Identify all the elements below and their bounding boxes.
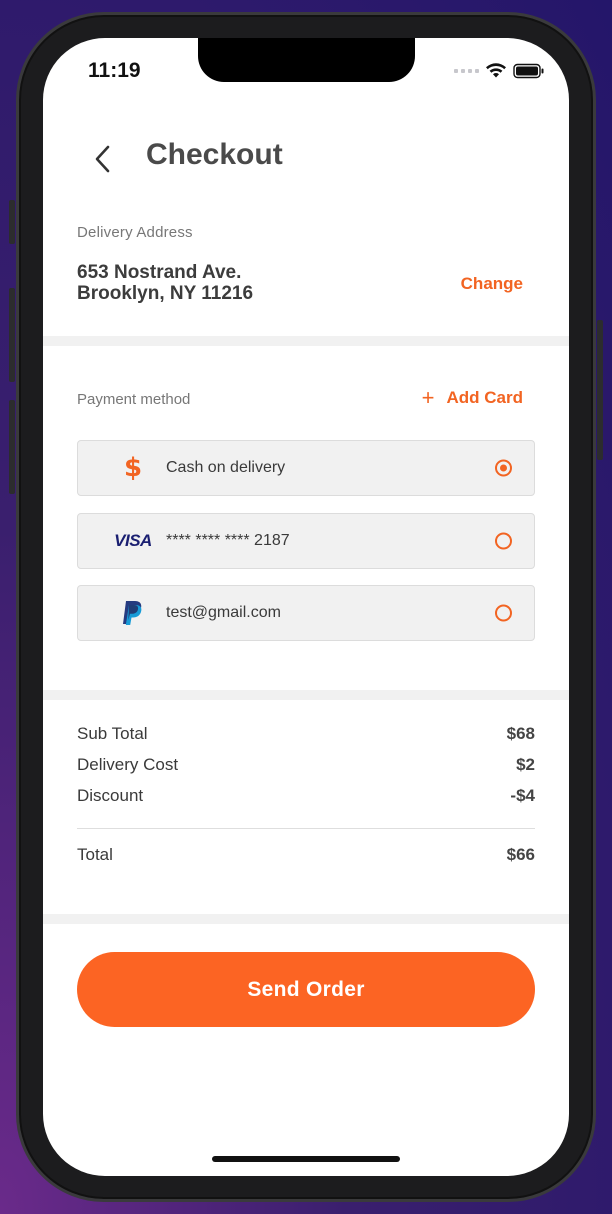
payment-method-label: Payment method: [77, 391, 191, 408]
summary-row-total: Total $66: [77, 845, 535, 869]
header: Checkout: [43, 134, 569, 184]
add-card-button[interactable]: + Add Card: [421, 385, 524, 410]
radio-unselected[interactable]: [495, 532, 512, 550]
summary-label: Discount: [77, 786, 144, 805]
address-line-2: Brooklyn, NY 11216: [77, 283, 254, 304]
summary-divider: [77, 828, 535, 829]
summary-label: Delivery Cost: [77, 755, 179, 774]
radio-unselected[interactable]: [495, 604, 512, 622]
change-address-button[interactable]: Change: [461, 274, 523, 294]
summary-row-delivery-cost: Delivery Cost $2: [77, 755, 535, 779]
section-divider: [43, 914, 569, 924]
back-chevron-icon[interactable]: [91, 144, 115, 174]
section-divider: [43, 690, 569, 700]
notch: [198, 38, 415, 82]
dollar-icon: $: [123, 453, 143, 483]
summary-value: -$4: [510, 786, 535, 805]
summary-value: $2: [516, 755, 535, 774]
plus-icon: +: [421, 385, 435, 410]
page-title: Checkout: [146, 138, 283, 171]
address-line-1: 653 Nostrand Ave.: [77, 262, 242, 283]
send-order-button[interactable]: Send Order: [77, 952, 535, 1027]
section-divider: [43, 336, 569, 346]
status-time: 11:19: [88, 59, 141, 82]
mute-switch: [9, 200, 15, 244]
add-card-label: Add Card: [446, 388, 524, 407]
power-button: [597, 320, 603, 460]
payment-option-label: **** **** **** 2187: [166, 532, 290, 549]
payment-option-paypal[interactable]: test@gmail.com: [77, 585, 535, 641]
home-indicator[interactable]: [212, 1156, 400, 1162]
delivery-address-label: Delivery Address: [77, 224, 193, 241]
cellular-signal-icon: [454, 68, 479, 73]
summary-value: $68: [506, 724, 535, 743]
visa-icon: VISA: [114, 531, 152, 550]
status-icons: [454, 62, 545, 79]
volume-up-button: [9, 288, 15, 382]
summary-row-discount: Discount -$4: [77, 786, 535, 810]
payment-option-cash[interactable]: $ Cash on delivery: [77, 440, 535, 496]
summary-label: Sub Total: [77, 724, 148, 743]
payment-option-label: Cash on delivery: [166, 459, 286, 476]
total-value: $66: [506, 845, 535, 864]
wifi-icon: [486, 63, 506, 78]
total-label: Total: [77, 845, 113, 864]
paypal-icon: [112, 598, 154, 628]
app-screen: 11:19 Checkout Delivery Address 653 Nost…: [43, 38, 569, 1176]
summary-row-subtotal: Sub Total $68: [77, 724, 535, 748]
volume-down-button: [9, 400, 15, 494]
payment-option-label: test@gmail.com: [166, 604, 281, 621]
battery-icon: [513, 63, 544, 78]
radio-selected[interactable]: [495, 459, 512, 477]
payment-option-visa[interactable]: VISA **** **** **** 2187: [77, 513, 535, 569]
